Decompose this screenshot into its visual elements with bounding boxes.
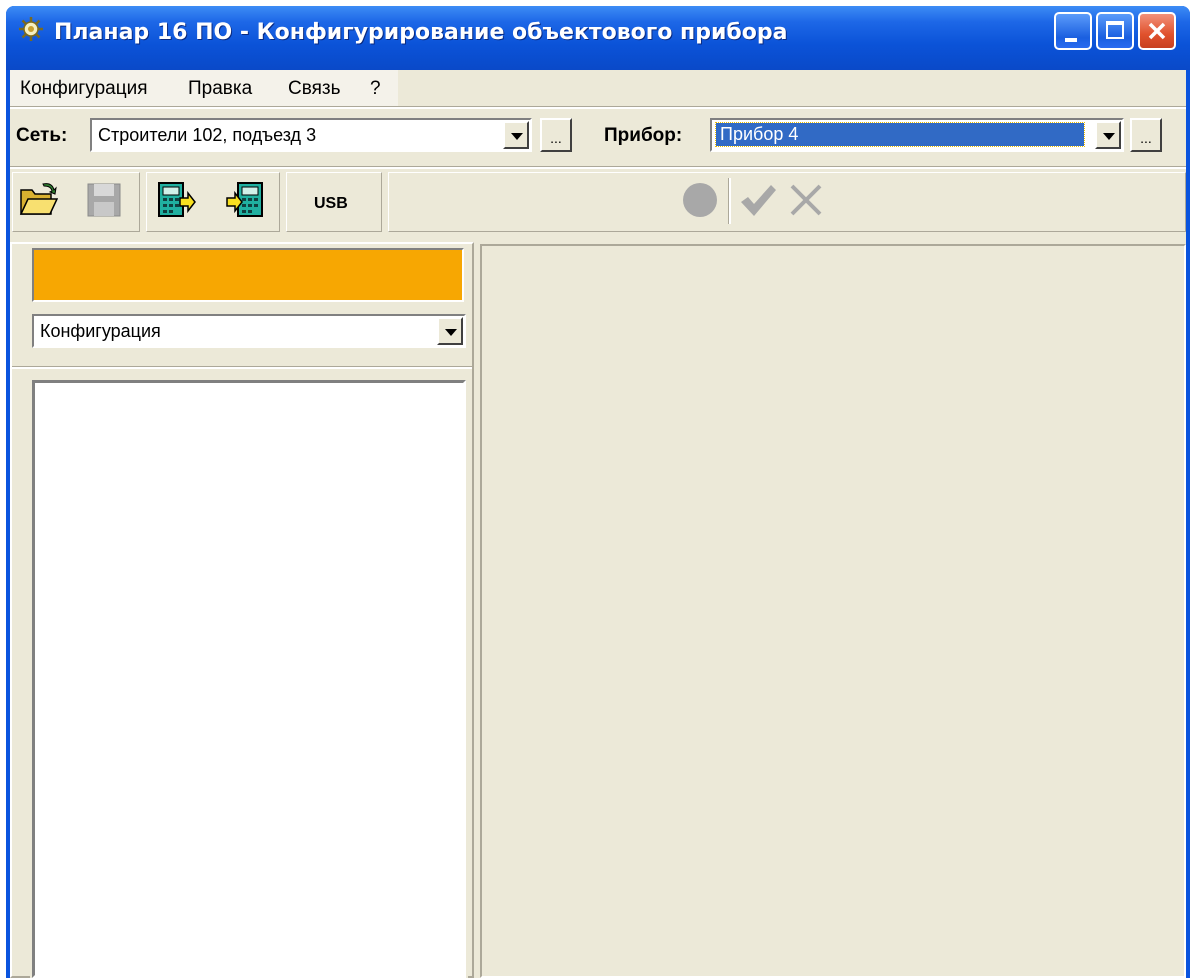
menu-bar: Конфигурация Правка Связь ?	[10, 70, 1186, 106]
toolbar: USB	[10, 170, 1186, 236]
network-label: Сеть:	[16, 125, 68, 146]
device-combo[interactable]: Прибор 4	[710, 118, 1124, 152]
device-label: Прибор:	[604, 125, 683, 146]
app-gear-icon	[19, 17, 43, 41]
configuration-tree[interactable]	[30, 378, 468, 978]
window-title: Планар 16 ПО - Конфигурирование объектов…	[54, 20, 788, 45]
maximize-button[interactable]	[1096, 12, 1134, 50]
chevron-down-icon[interactable]	[1095, 121, 1121, 149]
view-selector-value: Конфигурация	[40, 321, 161, 341]
cancel-x-icon[interactable]	[786, 180, 826, 220]
minimize-icon	[1065, 38, 1077, 42]
close-button[interactable]	[1138, 12, 1176, 50]
menu-configuration[interactable]: Конфигурация	[20, 78, 148, 100]
details-panel	[480, 244, 1186, 978]
menu-connection[interactable]: Связь	[288, 78, 341, 100]
toolbar-separator	[10, 166, 1186, 169]
read-device-icon[interactable]	[156, 180, 196, 220]
usb-button[interactable]: USB	[314, 195, 348, 213]
menu-edit[interactable]: Правка	[188, 78, 252, 100]
chevron-down-icon[interactable]	[437, 317, 463, 345]
record-icon[interactable]	[680, 180, 720, 220]
open-folder-icon[interactable]	[18, 180, 58, 220]
maximize-icon	[1106, 21, 1124, 39]
left-panel-separator	[12, 366, 472, 369]
device-browse-button[interactable]: ...	[1130, 118, 1162, 152]
menu-help[interactable]: ?	[370, 78, 381, 100]
network-browse-button[interactable]: ...	[540, 118, 572, 152]
status-indicator	[32, 248, 464, 302]
toolbar-divider	[728, 178, 731, 224]
save-icon[interactable]	[84, 180, 124, 220]
client-area: Конфигурация Правка Связь ? Сеть: Строит…	[10, 70, 1186, 978]
app-window: Планар 16 ПО - Конфигурирование объектов…	[6, 6, 1190, 978]
close-icon	[1148, 22, 1166, 40]
chevron-down-icon[interactable]	[503, 121, 529, 149]
network-bar: Сеть: Строители 102, подъезд 3 ... Прибо…	[10, 108, 1186, 164]
apply-check-icon[interactable]	[738, 180, 778, 220]
write-device-icon[interactable]	[226, 180, 266, 220]
view-selector[interactable]: Конфигурация	[32, 314, 466, 348]
device-value: Прибор 4	[715, 122, 1085, 147]
network-value: Строители 102, подъезд 3	[98, 125, 317, 145]
minimize-button[interactable]	[1054, 12, 1092, 50]
title-bar[interactable]: Планар 16 ПО - Конфигурирование объектов…	[6, 6, 1190, 70]
network-combo[interactable]: Строители 102, подъезд 3	[90, 118, 532, 152]
